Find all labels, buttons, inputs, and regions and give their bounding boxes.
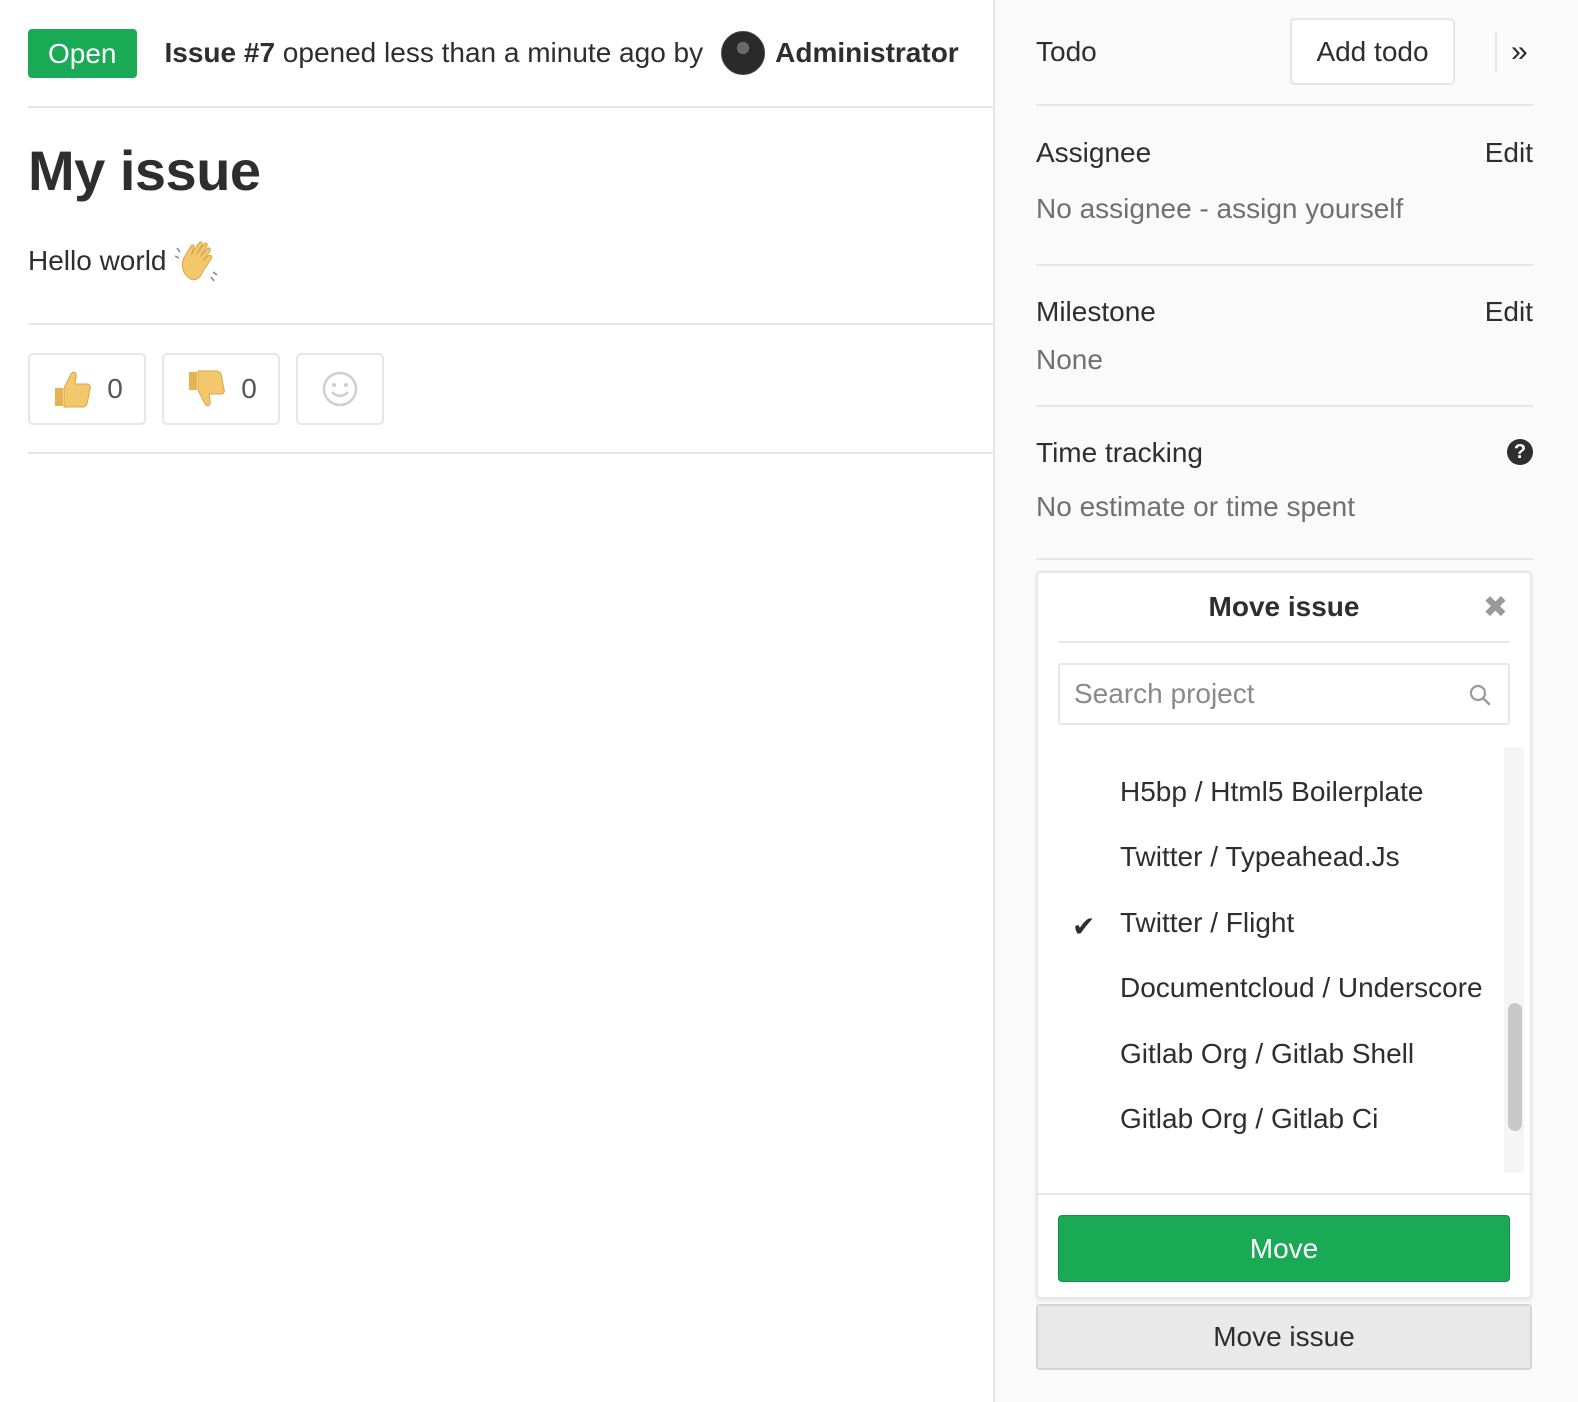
sidebar-divider	[1036, 264, 1533, 266]
assignee-edit-link[interactable]: Edit	[1485, 137, 1533, 169]
move-issue-button[interactable]: Move issue	[1036, 1304, 1532, 1370]
add-reaction-button[interactable]	[296, 353, 384, 425]
issue-meta: Issue #7 opened less than a minute ago b…	[165, 37, 704, 69]
sidebar-divider	[1036, 405, 1533, 407]
header-divider	[28, 106, 993, 108]
time-tracking-value: No estimate or time spent	[1036, 491, 1533, 523]
thumbs-up-count: 0	[107, 373, 123, 405]
thumbs-down-button[interactable]: 0	[162, 353, 280, 425]
awards-divider	[28, 452, 993, 454]
time-tracking-section: Time tracking ? No estimate or time spen…	[1036, 437, 1533, 523]
move-issue-dropdown: Move issue ✖ H5bp / Html5 Boilerplate Tw…	[1036, 571, 1532, 1299]
list-item[interactable]: Gitlab Org / Gitlab Ci	[1038, 1087, 1504, 1153]
todo-section: Todo	[1036, 36, 1533, 68]
milestone-edit-link[interactable]: Edit	[1485, 296, 1533, 328]
page-title: My issue	[28, 138, 261, 203]
milestone-title: Milestone	[1036, 296, 1533, 328]
issue-number: Issue #7	[165, 37, 276, 68]
project-label: Gitlab Org / Gitlab Shell	[1120, 1038, 1414, 1070]
sidebar-divider	[1036, 104, 1533, 106]
thumbs-up-icon	[51, 368, 93, 410]
assign-yourself-link[interactable]: No assignee - assign yourself	[1036, 193, 1533, 225]
description-text: Hello world	[28, 245, 167, 277]
todo-label: Todo	[1036, 36, 1097, 67]
waving-hand-icon	[175, 238, 221, 284]
close-icon[interactable]: ✖	[1483, 593, 1508, 623]
check-icon: ✔	[1072, 910, 1095, 943]
project-label: Documentcloud / Underscore	[1120, 972, 1483, 1004]
project-label: Twitter / Flight	[1120, 907, 1294, 939]
issue-main: Open Issue #7 opened less than a minute …	[0, 0, 993, 1402]
award-emoji-bar: 0 0	[28, 353, 384, 425]
status-badge: Open	[28, 29, 137, 78]
move-dropdown-title: Move issue	[1038, 591, 1530, 623]
project-label: H5bp / Html5 Boilerplate	[1120, 776, 1423, 808]
assignee-title: Assignee	[1036, 137, 1533, 169]
list-item[interactable]: Twitter / Typeahead.Js	[1038, 825, 1504, 891]
search-field	[1058, 663, 1510, 725]
sidebar-divider	[1036, 558, 1533, 560]
author-link[interactable]: Administrator	[775, 37, 959, 69]
issuable-sidebar: Todo Add todo » Assignee Edit No assigne…	[993, 0, 1578, 1402]
search-icon	[1468, 683, 1492, 707]
add-todo-button[interactable]: Add todo	[1290, 18, 1455, 85]
list-item-selected[interactable]: ✔ Twitter / Flight	[1038, 890, 1504, 956]
smiley-icon	[321, 370, 359, 408]
move-dropdown-footer-divider	[1038, 1193, 1530, 1195]
move-dropdown-divider	[1058, 641, 1510, 643]
thumbs-up-button[interactable]: 0	[28, 353, 146, 425]
list-item[interactable]: Documentcloud / Underscore	[1038, 956, 1504, 1022]
assignee-section: Assignee Edit No assignee - assign yours…	[1036, 137, 1533, 225]
issue-opened-text: opened less than a minute ago by	[275, 37, 703, 68]
double-chevron-right-icon[interactable]: »	[1511, 34, 1537, 70]
avatar[interactable]	[721, 31, 765, 75]
project-label: Gitlab Org / Gitlab Ci	[1120, 1103, 1378, 1135]
question-circle-icon[interactable]: ?	[1507, 439, 1533, 465]
thumbs-down-count: 0	[241, 373, 257, 405]
list-item[interactable]: Gitlab Org / Gitlab Shell	[1038, 1021, 1504, 1087]
time-tracking-title: Time tracking	[1036, 437, 1533, 469]
list-item[interactable]: H5bp / Html5 Boilerplate	[1038, 759, 1504, 825]
milestone-section: Milestone Edit None	[1036, 296, 1533, 376]
scrollbar-thumb[interactable]	[1508, 1003, 1522, 1131]
description-divider	[28, 323, 993, 325]
thumbs-down-icon	[185, 368, 227, 410]
issue-description: Hello world	[28, 238, 221, 284]
search-input[interactable]	[1060, 665, 1440, 723]
move-button[interactable]: Move	[1058, 1215, 1510, 1282]
project-label: Twitter / Typeahead.Js	[1120, 841, 1400, 873]
collapse-separator	[1495, 32, 1497, 72]
milestone-value: None	[1036, 344, 1533, 376]
issue-header: Open Issue #7 opened less than a minute …	[28, 28, 993, 78]
project-list: H5bp / Html5 Boilerplate Twitter / Typea…	[1038, 747, 1504, 1173]
